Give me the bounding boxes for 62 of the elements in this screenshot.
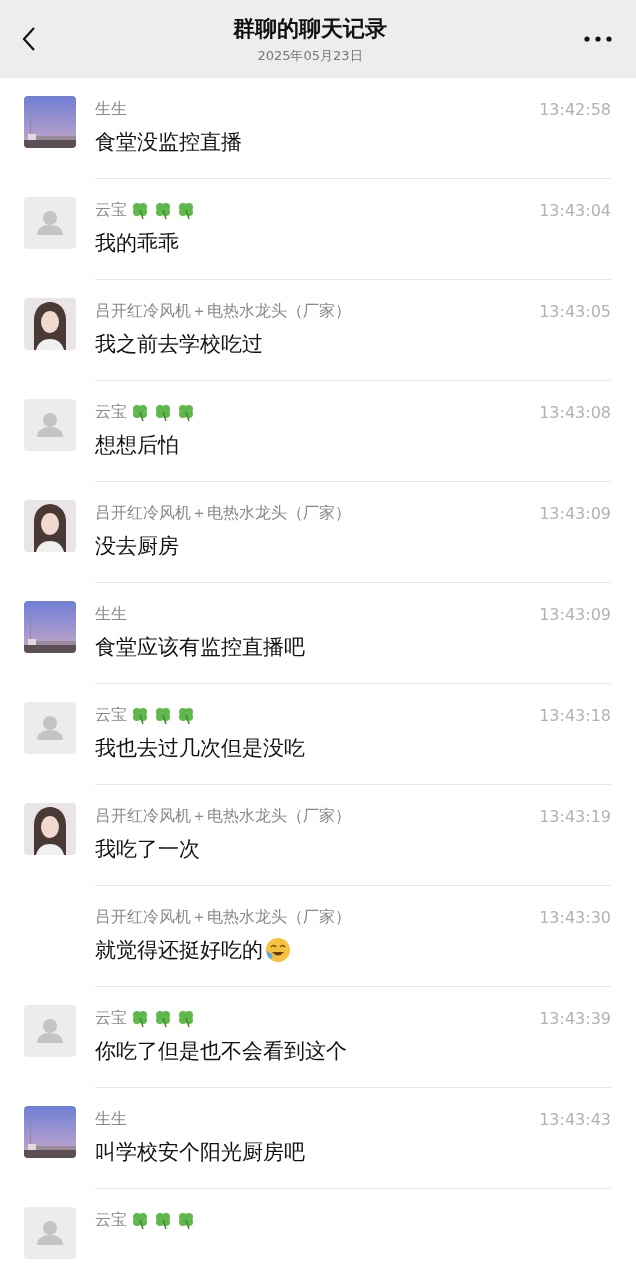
- message-text: 我也去过几次但是没吃: [95, 735, 305, 762]
- clover-icon: [153, 1008, 173, 1028]
- message-time: 13:43:43: [539, 1109, 611, 1129]
- message-time: 13:43:30: [539, 907, 611, 927]
- message-time: 13:43:04: [539, 200, 611, 220]
- sender-name: 生生: [95, 603, 127, 625]
- sender-name: 生生: [95, 1108, 127, 1130]
- clover-icon: [130, 200, 150, 220]
- clover-icon: [176, 402, 196, 422]
- person-avatar-icon: [24, 298, 76, 350]
- clover-icon: [130, 1008, 150, 1028]
- message-text: 我吃了一次: [95, 836, 200, 863]
- sender-name: 吕开红冷风机＋电热水龙头（厂家）: [95, 300, 351, 322]
- clover-icon: [130, 1210, 150, 1230]
- sender-name: 云宝: [95, 1007, 127, 1029]
- message-text: 我之前去学校吃过: [95, 331, 263, 358]
- sender-name: 云宝: [95, 199, 127, 221]
- message-text: 食堂没监控直播: [95, 129, 242, 156]
- clover-icon: [176, 200, 196, 220]
- sender-name: 吕开红冷风机＋电热水龙头（厂家）: [95, 805, 351, 827]
- message-time: 13:43:19: [539, 806, 611, 826]
- clover-icon: [153, 1210, 173, 1230]
- clover-icon: [176, 1008, 196, 1028]
- default-avatar-icon: [24, 399, 76, 451]
- sender-name: 吕开红冷风机＋电热水龙头（厂家）: [95, 906, 351, 928]
- message-text: 我的乖乖: [95, 230, 179, 257]
- message-text: 食堂应该有监控直播吧: [95, 634, 305, 661]
- sender-name: 云宝: [95, 1209, 127, 1231]
- clover-icon: [130, 402, 150, 422]
- clover-icon: [176, 705, 196, 725]
- person-avatar-icon: [24, 500, 76, 552]
- message-time: 13:43:08: [539, 402, 611, 422]
- message-time: 13:43:09: [539, 503, 611, 523]
- message-text: 想想后怕: [95, 432, 179, 459]
- default-avatar-icon: [24, 702, 76, 754]
- sender-name: 吕开红冷风机＋电热水龙头（厂家）: [95, 502, 351, 524]
- message-time: 13:43:18: [539, 705, 611, 725]
- clover-icon: [176, 1210, 196, 1230]
- sender-name: 生生: [95, 98, 127, 120]
- default-avatar-icon: [24, 1005, 76, 1057]
- sender-name: 云宝: [95, 401, 127, 423]
- chat-date: 2025年05月23日: [257, 46, 363, 65]
- message-time: 13:43:39: [539, 1008, 611, 1028]
- message-time: 13:42:58: [539, 99, 611, 119]
- more-icon: [584, 36, 612, 42]
- clover-icon: [153, 705, 173, 725]
- back-icon: [22, 26, 36, 52]
- message-text: 就觉得还挺好吃的: [95, 937, 263, 964]
- message-time: 13:43:09: [539, 604, 611, 624]
- laughing-face-icon: [265, 937, 291, 963]
- person-avatar-icon: [24, 803, 76, 855]
- default-avatar-icon: [24, 1207, 76, 1259]
- message-text: 你吃了但是也不会看到这个: [95, 1038, 347, 1065]
- sender-name: 云宝: [95, 704, 127, 726]
- default-avatar-icon: [24, 197, 76, 249]
- message-text: 没去厨房: [95, 533, 179, 560]
- window-title: 群聊的聊天记录: [233, 14, 387, 43]
- clover-icon: [130, 705, 150, 725]
- clover-icon: [153, 402, 173, 422]
- clover-icon: [153, 200, 173, 220]
- message-time: 13:43:05: [539, 301, 611, 321]
- message-text: 叫学校安个阳光厨房吧: [95, 1139, 305, 1166]
